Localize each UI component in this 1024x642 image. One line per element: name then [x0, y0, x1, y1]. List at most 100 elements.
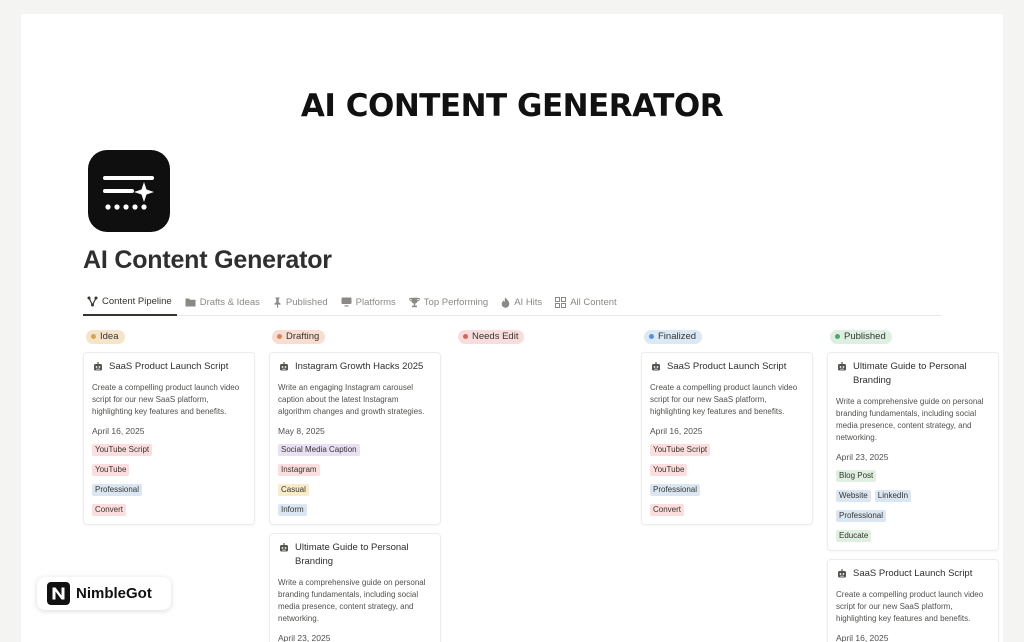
content-card[interactable]: SaaS Product Launch Script Create a compe…: [827, 559, 999, 642]
tab-label: Published: [285, 296, 328, 308]
tab-ai-hits[interactable]: AI Hits: [497, 292, 547, 316]
tag-row: Website LinkedIn: [836, 490, 990, 502]
tag-row: YouTube: [650, 464, 804, 476]
tag[interactable]: Professional: [836, 510, 887, 522]
tab-label: All Content: [570, 296, 617, 308]
tag[interactable]: Inform: [278, 504, 307, 516]
ai-generator-icon: [88, 150, 170, 232]
robot-icon: [94, 362, 102, 371]
card-title-text: SaaS Product Launch Script: [667, 361, 787, 372]
card-tags: Social Media Caption Instagram Casual Infor…: [278, 444, 432, 516]
robot-icon: [838, 362, 846, 371]
brand-logo-icon: [47, 582, 70, 605]
content-card[interactable]: SaaS Product Launch Script Create a compe…: [641, 352, 813, 525]
tag[interactable]: YouTube: [92, 464, 130, 476]
tag[interactable]: LinkedIn: [874, 490, 912, 502]
card-title: Ultimate Guide to Personal Branding: [278, 541, 432, 569]
card-tags: YouTube Script YouTube Professional Convert: [92, 444, 246, 516]
tag-row: Instagram: [278, 464, 432, 476]
card-date: April 16, 2025: [650, 426, 703, 436]
robot-icon: [280, 543, 288, 552]
tag-row: Convert: [92, 504, 246, 516]
robot-icon: [838, 569, 846, 578]
content-card[interactable]: Instagram Growth Hacks 2025 Write an enga…: [269, 352, 441, 525]
column-published: Published Ultimate Guide to Personal Bran…: [827, 326, 999, 642]
status-dot-icon: [835, 334, 840, 339]
card-date: April 23, 2025: [278, 633, 331, 642]
tag[interactable]: Educate: [836, 530, 872, 542]
tab-label: Content Pipeline: [102, 295, 172, 307]
card-description: Create a compelling product launch video…: [650, 383, 798, 416]
tag-row: Professional: [836, 510, 990, 522]
column-finalized: Finalized SaaS Product Launch Script Creat…: [641, 326, 813, 525]
tag[interactable]: Instagram: [278, 464, 320, 476]
tag-row: Professional: [650, 484, 804, 496]
tag[interactable]: Casual: [278, 484, 309, 496]
brand-name: NimbleGot: [76, 585, 152, 602]
tag[interactable]: YouTube Script: [650, 444, 711, 456]
tag-row: Educate: [836, 530, 990, 542]
brand-watermark: NimbleGot: [37, 577, 171, 610]
tag[interactable]: Website: [836, 490, 871, 502]
hero-title: AI CONTENT GENERATOR: [300, 88, 724, 124]
tag[interactable]: YouTube Script: [92, 444, 153, 456]
kanban-board: Idea SaaS Product Launch Script Create a c…: [83, 326, 1003, 642]
status-badge[interactable]: Finalized: [644, 329, 703, 344]
tag-row: Social Media Caption: [278, 444, 432, 456]
tag-row: Casual: [278, 484, 432, 496]
column-needs-edit: Needs Edit: [455, 326, 627, 344]
tab-top-performing[interactable]: Top Performing: [405, 292, 493, 316]
card-title-text: SaaS Product Launch Script: [853, 568, 973, 579]
card-title: SaaS Product Launch Script: [92, 360, 246, 374]
tag[interactable]: Convert: [92, 504, 127, 516]
tab-platforms[interactable]: Platforms: [337, 292, 401, 316]
card-date: April 16, 2025: [836, 633, 889, 642]
status-label: Finalized: [658, 331, 697, 342]
tag-row: Convert: [650, 504, 804, 516]
tag-row: YouTube: [92, 464, 246, 476]
tag[interactable]: Social Media Caption: [278, 444, 360, 456]
content-card[interactable]: SaaS Product Launch Script Create a compe…: [83, 352, 255, 525]
tab-published[interactable]: Published: [269, 292, 333, 316]
card-description: Write a comprehensive guide on personal …: [836, 397, 984, 442]
status-dot-icon: [463, 334, 468, 339]
tab-all-content[interactable]: All Content: [551, 292, 621, 316]
tab-content-pipeline[interactable]: Content Pipeline: [83, 292, 177, 316]
card-date: April 23, 2025: [836, 452, 889, 462]
card-title: SaaS Product Launch Script: [836, 567, 990, 581]
card-date: May 8, 2025: [278, 426, 325, 436]
tab-drafts-ideas[interactable]: Drafts & Ideas: [181, 292, 265, 316]
status-badge[interactable]: Published: [830, 329, 892, 344]
status-badge[interactable]: Drafting: [272, 329, 326, 344]
pipeline-icon: [87, 296, 98, 306]
card-title-text: Ultimate Guide to Personal Branding: [853, 361, 967, 386]
card-title-text: SaaS Product Launch Script: [109, 361, 229, 372]
card-description: Create a compelling product launch video…: [836, 590, 984, 623]
tab-label: Top Performing: [423, 296, 489, 308]
status-label: Published: [844, 331, 886, 342]
folder-icon: [185, 298, 196, 307]
robot-icon: [280, 362, 288, 371]
content-card[interactable]: Ultimate Guide to Personal Branding Write…: [269, 533, 441, 642]
tag[interactable]: Blog Post: [836, 470, 877, 482]
card-tags: YouTube Script YouTube Professional Convert: [650, 444, 804, 516]
tag-row: YouTube Script: [92, 444, 246, 456]
tag-row: Professional: [92, 484, 246, 496]
status-label: Needs Edit: [472, 331, 519, 342]
tag[interactable]: Convert: [650, 504, 685, 516]
tag[interactable]: Professional: [92, 484, 143, 496]
status-badge[interactable]: Idea: [86, 329, 125, 344]
status-dot-icon: [277, 334, 282, 339]
column-idea: Idea SaaS Product Launch Script Create a c…: [83, 326, 255, 525]
card-title-text: Instagram Growth Hacks 2025: [295, 361, 424, 372]
tab-label: Platforms: [355, 296, 396, 308]
card-title: Ultimate Guide to Personal Branding: [836, 360, 990, 388]
card-tags: Blog Post Website LinkedIn Professional Educ…: [836, 470, 990, 542]
tag[interactable]: YouTube: [650, 464, 688, 476]
column-drafting: Drafting Instagram Growth Hacks 2025 Write…: [269, 326, 441, 642]
content-card[interactable]: Ultimate Guide to Personal Branding Write…: [827, 352, 999, 551]
tag-row: YouTube Script: [650, 444, 804, 456]
status-badge[interactable]: Needs Edit: [458, 329, 525, 344]
tag[interactable]: Professional: [650, 484, 701, 496]
card-title: Instagram Growth Hacks 2025: [278, 360, 432, 374]
